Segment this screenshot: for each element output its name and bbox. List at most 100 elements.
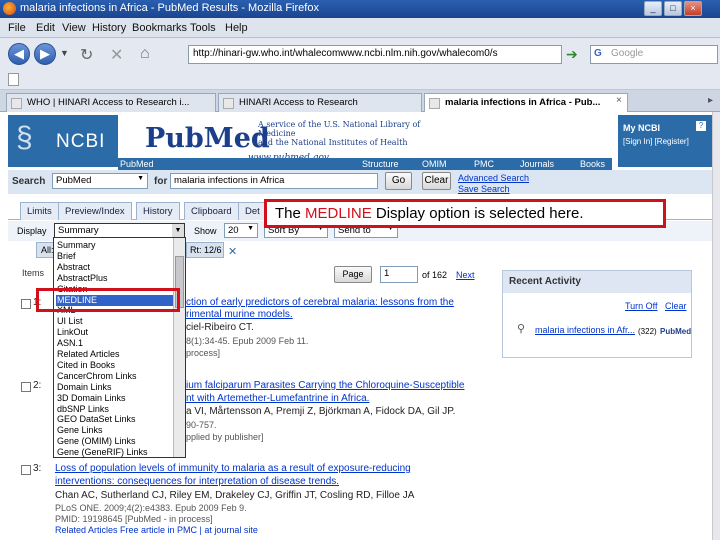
pubmed-logo[interactable]: PubMed: [145, 123, 270, 154]
callout-pre: The: [275, 205, 306, 222]
display-select[interactable]: Summary ▼: [54, 223, 185, 238]
dropdown-option[interactable]: AbstractPlus: [56, 273, 174, 284]
display-dropdown-list[interactable]: Summary Brief Abstract AbstractPlus Citation…: [53, 237, 186, 458]
browser-tab-hinari[interactable]: HINARI Access to Research: [218, 93, 422, 112]
database-select[interactable]: PubMed ▼: [52, 173, 148, 189]
menu-bookmarks[interactable]: Bookmarks: [132, 22, 187, 34]
dropdown-option[interactable]: dbSNP Links: [56, 404, 174, 415]
reload-icon[interactable]: ↻: [80, 45, 93, 65]
forward-button[interactable]: ▶: [34, 43, 56, 65]
advanced-search-link[interactable]: Advanced Search: [458, 173, 529, 183]
dropdown-option[interactable]: Cited in Books: [56, 360, 174, 371]
dropdown-option[interactable]: UI List: [56, 316, 174, 327]
result-title-line1[interactable]: ium falciparum Parasites Carrying the Ch…: [186, 380, 464, 391]
menu-view[interactable]: View: [62, 22, 86, 34]
nav-journals[interactable]: Journals: [520, 159, 554, 169]
search-input[interactable]: malaria infections in Africa: [170, 173, 378, 189]
next-page-link[interactable]: Next: [456, 270, 475, 280]
tab-label: malaria infections in Africa - Pub...: [445, 97, 601, 108]
result-title-line1[interactable]: ction of early predictors of cerebral ma…: [186, 297, 454, 308]
menu-edit[interactable]: Edit: [36, 22, 55, 34]
result-title-line2[interactable]: interventions: consequences for interpre…: [55, 476, 339, 487]
menu-file[interactable]: File: [8, 22, 26, 34]
service-line-2: and the National Institutes of Health: [258, 138, 408, 147]
nav-omim[interactable]: OMIM: [422, 159, 447, 169]
dropdown-option[interactable]: Gene (GeneRIF) Links: [56, 447, 174, 458]
service-line-1: A service of the U.S. National Library o…: [258, 120, 421, 138]
tab-label: HINARI Access to Research: [239, 97, 358, 108]
recent-search-link[interactable]: malaria infections in Afr...: [535, 325, 635, 335]
my-ncbi-label: My NCBI: [623, 123, 661, 133]
nav-pmc[interactable]: PMC: [474, 159, 494, 169]
web-search-field[interactable]: Google: [590, 45, 718, 64]
dropdown-option[interactable]: Gene (OMIM) Links: [56, 436, 174, 447]
menu-history[interactable]: History: [92, 22, 126, 34]
window-titlebar: malaria infections in Africa - PubMed Re…: [0, 0, 720, 18]
recent-activity-panel: Recent Activity Turn Off Clear ⚲ malaria…: [502, 270, 692, 358]
history-dropdown-icon[interactable]: ▼: [60, 48, 69, 58]
clear-button[interactable]: Clear: [422, 172, 451, 190]
turn-off-link[interactable]: Turn Off: [625, 301, 658, 311]
tab-details[interactable]: Det: [238, 202, 267, 220]
result-links[interactable]: Related Articles Free article in PMC | a…: [55, 525, 258, 535]
close-tab-icon[interactable]: ×: [616, 95, 622, 106]
tab-clipboard[interactable]: Clipboard: [184, 202, 239, 220]
dropdown-option[interactable]: Domain Links: [56, 382, 174, 393]
dropdown-scrollbar[interactable]: [173, 238, 185, 457]
help-icon[interactable]: ?: [696, 121, 706, 131]
dropdown-option[interactable]: ASN.1: [56, 338, 174, 349]
search-label: Search: [12, 176, 46, 187]
result-title-line2[interactable]: rimental murine models.: [186, 309, 293, 320]
url-field[interactable]: http://hinari-gw.who.int/whalecomwww.ncb…: [188, 45, 562, 64]
tab-history[interactable]: History: [136, 202, 180, 220]
menu-help[interactable]: Help: [225, 22, 248, 34]
clear-activity-link[interactable]: Clear: [665, 301, 687, 311]
result-title-line1[interactable]: Loss of population levels of immunity to…: [55, 463, 411, 474]
dropdown-option[interactable]: Brief: [56, 251, 174, 262]
items-label: Items: [22, 268, 45, 278]
dropdown-option[interactable]: Abstract: [56, 262, 174, 273]
show-count-select[interactable]: 20 ▼: [224, 223, 258, 238]
ncbi-label: NCBI: [56, 131, 106, 152]
result-checkbox[interactable]: [21, 465, 31, 475]
dropdown-option[interactable]: Related Articles: [56, 349, 174, 360]
save-search-link[interactable]: Save Search: [458, 184, 510, 194]
annotation-callout: The MEDLINE Display option is selected h…: [264, 199, 666, 228]
results-tab-review[interactable]: Rt: 12/6: [186, 242, 224, 258]
page-button[interactable]: Page: [334, 266, 372, 283]
tools-icon[interactable]: ✕: [228, 245, 237, 258]
close-button[interactable]: ×: [684, 1, 702, 16]
page-number-input[interactable]: 1: [380, 266, 418, 283]
maximize-button[interactable]: □: [664, 1, 682, 16]
dropdown-option[interactable]: GEO DataSet Links: [56, 414, 174, 425]
dropdown-arrow-icon[interactable]: ▼: [172, 224, 184, 237]
menu-tools[interactable]: Tools: [190, 22, 216, 34]
nav-books[interactable]: Books: [580, 159, 605, 169]
go-button[interactable]: Go: [385, 172, 412, 190]
page-icon[interactable]: [8, 73, 19, 86]
page-scrollbar[interactable]: [712, 112, 720, 540]
dropdown-option[interactable]: 3D Domain Links: [56, 393, 174, 404]
tab-list-icon[interactable]: ▸: [708, 95, 713, 106]
back-button[interactable]: ◀: [8, 43, 30, 65]
dropdown-option[interactable]: Summary: [56, 240, 174, 251]
sign-in-link[interactable]: [Sign In] [Register]: [623, 137, 689, 146]
tab-limits[interactable]: Limits: [20, 202, 59, 220]
result-checkbox[interactable]: [21, 299, 31, 309]
browser-tab-hinari-who[interactable]: WHO | HINARI Access to Research i...: [6, 93, 216, 112]
nav-pubmed[interactable]: PubMed: [120, 159, 154, 169]
go-arrow-icon[interactable]: ➔: [566, 46, 578, 63]
dropdown-option[interactable]: Gene Links: [56, 425, 174, 436]
result-checkbox[interactable]: [21, 382, 31, 392]
browser-tab-pubmed[interactable]: malaria infections in Africa - Pub...: [424, 93, 628, 113]
stop-icon[interactable]: ✕: [110, 45, 123, 65]
result-citation: 8(1):34-45. Epub 2009 Feb 11.: [186, 336, 309, 346]
dropdown-option[interactable]: CancerChrom Links: [56, 371, 174, 382]
tab-preview-index[interactable]: Preview/Index: [58, 202, 132, 220]
ncbi-logo[interactable]: § NCBI: [8, 115, 118, 167]
result-title-line2[interactable]: nt with Artemether-Lumefantrine in Afric…: [186, 393, 369, 404]
dropdown-option[interactable]: LinkOut: [56, 327, 174, 338]
nav-structure[interactable]: Structure: [362, 159, 399, 169]
home-icon[interactable]: ⌂: [140, 45, 150, 63]
minimize-button[interactable]: _: [644, 1, 662, 16]
